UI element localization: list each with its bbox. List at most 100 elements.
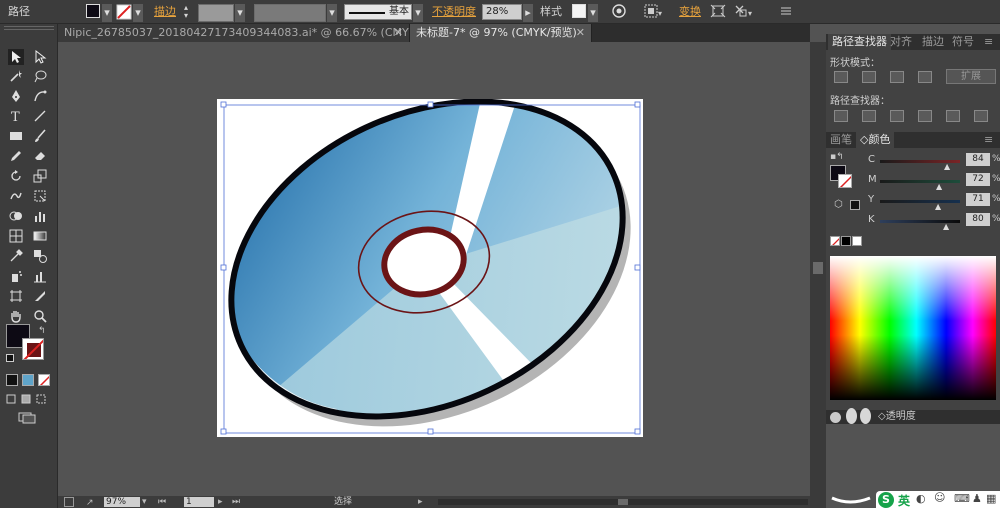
tab-symbols[interactable]: 符号 [952,34,974,50]
minus-front-icon[interactable] [862,71,876,83]
zoom-field[interactable]: 97% [104,497,140,507]
isolate-icon[interactable] [710,4,726,22]
yellow-slider-thumb[interactable]: ▲ [935,202,941,211]
none-swatch[interactable] [830,236,840,246]
style-dropdown[interactable]: ▾ [588,4,598,22]
vertical-scrollbar[interactable] [810,42,826,508]
crop-icon[interactable] [918,110,932,122]
first-artboard-icon[interactable]: ⏮ [158,496,166,508]
column-graph-tool-icon[interactable] [32,268,48,284]
selection-tool-icon[interactable] [8,49,24,65]
selection-handle[interactable] [220,428,227,435]
tab-align[interactable]: 对齐 [890,34,912,50]
scale-tool-icon[interactable] [32,168,48,184]
stroke-weight-field[interactable] [198,4,234,22]
white-swatch[interactable] [852,236,862,246]
cyan-slider-thumb[interactable]: ▲ [944,162,950,171]
status-menu-icon[interactable]: ▸ [418,496,423,508]
web-safe-swatch[interactable] [850,200,860,210]
merge-icon[interactable] [890,110,904,122]
panel-menu-icon[interactable]: ≡ [984,34,993,50]
variable-width-field[interactable] [254,4,326,22]
out-of-gamut-icon[interactable]: ⬡ [834,200,844,210]
stroke-dropdown[interactable]: ▾ [133,4,143,22]
minus-back-icon[interactable] [974,110,988,122]
artboard-tool-icon[interactable] [8,288,24,304]
brush-definition-field[interactable]: 基本 [344,4,412,20]
opacity-label[interactable]: 不透明度 [432,3,476,21]
cd-illustration[interactable] [217,98,643,439]
rectangle-tool-icon[interactable] [8,128,24,144]
recolor-icon[interactable] [612,4,626,22]
color-mode-icon[interactable] [6,374,18,386]
hand-tool-icon[interactable] [8,308,24,324]
outline-icon[interactable] [946,110,960,122]
black-swatch[interactable] [841,236,851,246]
swap-fill-stroke-icon[interactable]: ↰ [38,326,46,336]
tab-transparency[interactable]: ◇透明度 [878,410,916,424]
eraser-tool-icon[interactable] [32,148,48,164]
opacity-dropdown[interactable]: ▸ [523,4,533,22]
line-tool-icon[interactable] [32,108,48,124]
curvature-tool-icon[interactable] [32,88,48,104]
brush-dropdown[interactable]: ▾ [413,4,423,22]
paintbrush-tool-icon[interactable] [32,128,48,144]
ime-status-bar[interactable]: S 英 ◐ ☺ ⌨ ♟ ▦ [876,491,1000,508]
ime-punct-icon[interactable]: ◐ [916,492,926,505]
selection-handle[interactable] [427,101,434,108]
screen-mode-icon[interactable] [18,412,36,424]
fill-dropdown[interactable]: ▾ [102,4,112,22]
zoom-tool-icon[interactable] [32,308,48,324]
artboard-number-field[interactable]: 1 [184,497,214,507]
tab-untitled-7[interactable]: 未标题-7* @ 97% (CMYK/预览) ✕ [410,24,592,42]
exclude-icon[interactable] [918,71,932,83]
yellow-slider[interactable] [880,200,960,203]
tab-nipic-document[interactable]: Nipic_26785037_20180427173409344083.ai* … [58,24,410,42]
selection-handle[interactable] [634,101,641,108]
ime-user-icon[interactable]: ♟ [972,492,982,505]
stroke-weight-dropdown[interactable]: ▾ [235,4,245,22]
eyedropper-tool-icon[interactable] [8,248,24,264]
horizontal-scrollbar[interactable] [438,499,808,505]
close-icon[interactable]: ✕ [394,24,403,42]
cyan-value[interactable]: 84 [966,153,990,166]
black-value[interactable]: 80 [966,213,990,226]
ime-voice-icon[interactable]: ☺ [934,491,945,504]
panel-menu-icon[interactable]: ≡ [984,132,993,148]
intersect-icon[interactable] [890,71,904,83]
trim-icon[interactable] [862,110,876,122]
stroke-label[interactable]: 描边 [154,3,176,21]
tab-pathfinder[interactable]: 路径查找器 [828,34,891,50]
stroke-color-box[interactable] [22,338,44,360]
symbol-sprayer-tool-icon[interactable] [8,268,24,284]
align-icon[interactable]: ▾ [644,4,662,22]
style-swatch[interactable] [572,4,586,22]
ime-keyboard-icon[interactable]: ⌨ [954,492,970,505]
divide-icon[interactable] [834,110,848,122]
stroke-weight-stepper[interactable]: ▴ ▾ [184,4,196,20]
free-transform-tool-icon[interactable] [32,188,48,204]
opacity-field[interactable]: 28% [482,4,522,20]
unite-icon[interactable] [834,71,848,83]
zoom-dropdown-icon[interactable]: ▾ [142,496,147,508]
gradient-mode-icon[interactable] [22,374,34,386]
expand-button[interactable]: 扩展 [946,69,996,84]
magenta-slider[interactable] [880,180,960,183]
nav-icon[interactable] [64,497,74,507]
selection-handle[interactable] [634,264,641,271]
color-spectrum[interactable] [830,256,996,400]
default-colors-icon[interactable] [6,354,14,362]
lasso-tool-icon[interactable] [32,68,48,84]
vertical-scroll-thumb[interactable] [813,262,823,274]
default-fill-stroke-icon[interactable]: ▪↰ [830,152,844,162]
pen-tool-icon[interactable] [8,88,24,104]
selection-handle[interactable] [220,101,227,108]
pencil-tool-icon[interactable] [8,148,24,164]
magenta-slider-thumb[interactable]: ▲ [936,182,942,191]
warp-tool-icon[interactable] [8,188,24,204]
arrange-icon[interactable]: ▾ [734,4,756,22]
selection-handle[interactable] [634,428,641,435]
stroke-swatch[interactable] [116,4,132,22]
ime-language[interactable]: 英 [898,492,910,508]
toolbar-grip[interactable] [4,26,54,30]
